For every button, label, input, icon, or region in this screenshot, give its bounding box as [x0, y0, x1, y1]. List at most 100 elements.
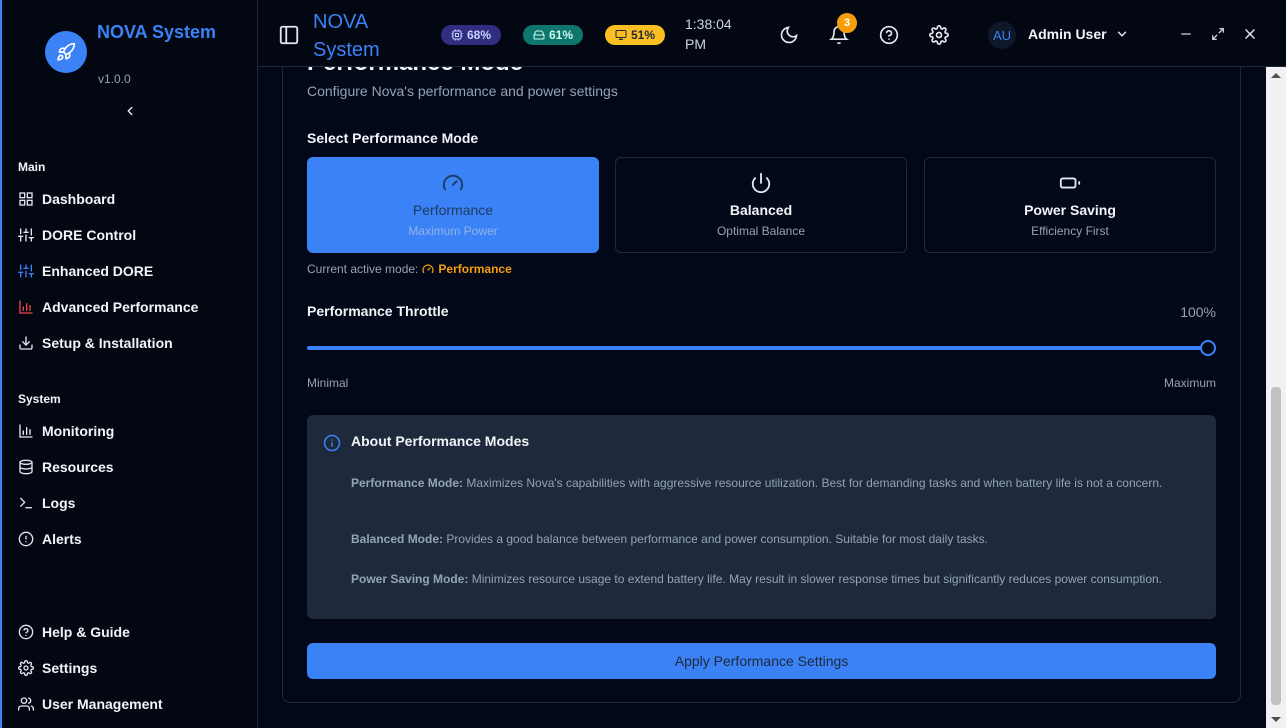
avatar[interactable]: AU — [988, 21, 1016, 49]
app-window: NOVA System v1.0.0 Main Dashboard DORE C… — [0, 0, 1286, 728]
top-header: NOVA System 68% 61% 51% 1:38:04 PM 3 AU … — [258, 0, 1286, 67]
throttle-max-label: Maximum — [1163, 376, 1216, 390]
bar-chart-icon — [19, 424, 33, 438]
apply-settings-button[interactable]: Apply Performance Settings — [307, 643, 1216, 679]
current-mode-value: Performance — [438, 262, 512, 276]
sidebar-item-monitoring[interactable]: Monitoring — [18, 419, 114, 443]
users-icon — [18, 697, 34, 711]
monitor-icon — [615, 30, 627, 40]
disk-usage-value: 61% — [549, 28, 574, 42]
sliders-icon — [18, 228, 34, 242]
gauge-icon — [422, 264, 434, 274]
close-button[interactable] — [1242, 26, 1258, 42]
sidebar-item-label: Dashboard — [42, 191, 116, 207]
info-icon — [323, 434, 341, 452]
sidebar-item-label: Alerts — [42, 531, 82, 547]
sidebar-item-resources[interactable]: Resources — [18, 455, 114, 479]
minimize-button[interactable] — [1178, 26, 1194, 42]
sidebar: NOVA System v1.0.0 Main Dashboard DORE C… — [2, 0, 258, 728]
close-icon — [1245, 29, 1255, 39]
sidebar-item-label: Resources — [42, 459, 114, 475]
throttle-label: Performance Throttle — [307, 303, 449, 319]
about-text: Maximizes Nova's capabilities with aggre… — [463, 476, 1163, 490]
section-label-main: Main — [18, 160, 46, 174]
download-icon — [19, 336, 33, 350]
sidebar-item-dashboard[interactable]: Dashboard — [18, 187, 115, 211]
collapse-sidebar-button[interactable] — [120, 101, 140, 121]
power-icon — [751, 172, 771, 194]
mode-name: Balanced — [729, 202, 793, 218]
user-name[interactable]: Admin User — [1028, 26, 1107, 42]
sidebar-item-label: Advanced Performance — [42, 299, 199, 315]
sidebar-item-help-guide[interactable]: Help & Guide — [18, 620, 130, 644]
about-item-performance: Performance Mode: Maximizes Nova's capab… — [351, 475, 1181, 491]
select-mode-label: Select Performance Mode — [307, 130, 479, 146]
throttle-slider-fill — [307, 346, 1208, 350]
throttle-slider-thumb[interactable] — [1200, 340, 1216, 356]
throttle-value: 100% — [1180, 304, 1216, 320]
sidebar-item-label: DORE Control — [42, 227, 137, 243]
scroll-down-arrow[interactable] — [1271, 717, 1281, 722]
grid-icon — [19, 192, 33, 206]
sidebar-item-label: Logs — [42, 495, 76, 511]
theme-toggle-button[interactable] — [778, 24, 800, 46]
toggle-sidebar-button[interactable] — [278, 24, 300, 46]
memory-usage-value: 51% — [631, 28, 656, 42]
sidebar-item-label: User Management — [42, 696, 163, 712]
app-version: v1.0.0 — [98, 72, 131, 86]
mode-description: Optimal Balance — [716, 224, 806, 238]
mode-card-performance[interactable]: Performance Maximum Power — [307, 157, 599, 253]
about-term: Balanced Mode: — [351, 532, 444, 546]
cpu-usage-value: 68% — [467, 28, 492, 42]
about-item-balanced: Balanced Mode: Provides a good balance b… — [351, 531, 1181, 547]
throttle-slider-track[interactable] — [307, 346, 1208, 350]
help-circle-icon — [18, 624, 34, 640]
mode-card-power-saving[interactable]: Power Saving Efficiency First — [924, 157, 1216, 253]
mode-name: Performance — [412, 202, 494, 218]
minimize-icon — [1181, 33, 1191, 35]
page-subtitle: Configure Nova's performance and power s… — [307, 83, 618, 99]
page-title: Performance Mode — [307, 67, 523, 77]
notification-count-badge: 3 — [837, 13, 857, 33]
about-text: Minimizes resource usage to extend batte… — [468, 572, 1163, 586]
maximize-button[interactable] — [1210, 26, 1226, 42]
mode-card-balanced[interactable]: Balanced Optimal Balance — [615, 157, 907, 253]
chevron-down-icon[interactable] — [1115, 27, 1129, 41]
sidebar-item-advanced-performance[interactable]: Advanced Performance — [18, 295, 198, 319]
header-title: NOVA System — [313, 11, 380, 61]
chevron-left-icon — [127, 106, 133, 116]
sidebar-item-setup-installation[interactable]: Setup & Installation — [18, 331, 173, 355]
sidebar-item-alerts[interactable]: Alerts — [18, 527, 82, 551]
bar-chart-red-icon — [19, 300, 33, 314]
sidebar-item-logs[interactable]: Logs — [18, 491, 75, 515]
sliders-blue-icon — [18, 264, 34, 278]
scroll-thumb[interactable] — [1271, 387, 1281, 705]
sidebar-item-label: Enhanced DORE — [42, 263, 154, 279]
sidebar-item-label: Settings — [42, 660, 98, 676]
scroll-up-arrow[interactable] — [1271, 73, 1281, 78]
about-term: Power Saving Mode: — [351, 572, 469, 586]
settings-button[interactable] — [928, 24, 950, 46]
sidebar-item-user-management[interactable]: User Management — [18, 692, 163, 716]
sidebar-item-label: Monitoring — [42, 423, 115, 439]
mode-description: Maximum Power — [408, 224, 498, 238]
memory-usage-badge: 51% — [605, 25, 666, 45]
sidebar-item-dore-control[interactable]: DORE Control — [18, 223, 136, 247]
gear-icon — [18, 660, 34, 676]
sidebar-item-label: Setup & Installation — [42, 335, 173, 351]
sidebar-item-settings[interactable]: Settings — [18, 656, 97, 680]
mode-name: Power Saving — [1024, 202, 1116, 218]
about-modes-panel: About Performance Modes Performance Mode… — [307, 415, 1216, 619]
hard-drive-icon — [533, 30, 545, 40]
disk-usage-badge: 61% — [523, 25, 584, 45]
help-circle-icon — [879, 25, 899, 45]
scrollbar[interactable] — [1266, 67, 1286, 728]
current-mode-indicator: Current active mode: Performance — [307, 262, 512, 276]
mode-description: Efficiency First — [1031, 224, 1109, 238]
about-item-power-saving: Power Saving Mode: Minimizes resource us… — [351, 571, 1181, 587]
cpu-usage-badge: 68% — [441, 25, 502, 45]
brand-name: NOVA System — [97, 22, 217, 42]
sidebar-item-enhanced-dore[interactable]: Enhanced DORE — [18, 259, 153, 283]
current-mode-label: Current active mode: — [307, 262, 419, 276]
help-button[interactable] — [878, 24, 900, 46]
